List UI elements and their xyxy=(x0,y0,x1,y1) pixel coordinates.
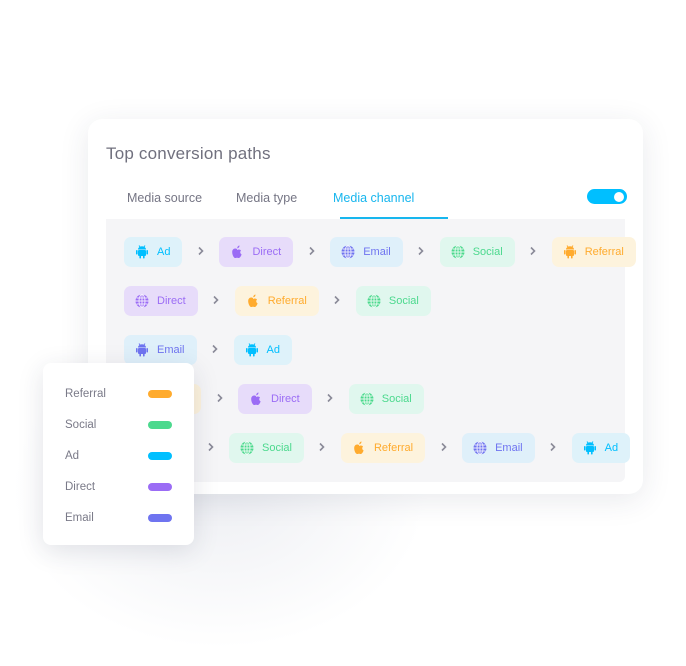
path-step-direct[interactable]: Direct xyxy=(238,384,312,414)
path-step-social[interactable]: Social xyxy=(229,433,304,463)
path-step-label: Social xyxy=(472,246,503,258)
path-step-social[interactable]: Social xyxy=(348,384,424,414)
path-step-referral[interactable]: Referral xyxy=(551,237,636,267)
apple-icon xyxy=(248,391,264,407)
legend-swatch xyxy=(148,514,172,522)
apple-icon xyxy=(351,440,367,456)
tab-bar: Media source Media type Media channel xyxy=(106,187,643,219)
path-step-social[interactable]: Social xyxy=(439,237,515,267)
conversion-path-row: Email Ad xyxy=(124,335,292,365)
path-step-label: Social xyxy=(381,393,412,405)
chevron-right-icon xyxy=(192,441,229,455)
chevron-right-icon xyxy=(319,294,356,308)
chevron-right-icon xyxy=(304,441,341,455)
conversion-path-row: Direct Referral Social xyxy=(124,286,431,316)
path-step-label: Ad xyxy=(266,344,280,356)
card-title: Top conversion paths xyxy=(106,144,271,163)
android-icon xyxy=(134,244,150,260)
android-icon xyxy=(244,342,260,358)
legend-swatch xyxy=(148,483,172,491)
legend-label: Direct xyxy=(65,481,96,493)
path-step-label: Ad xyxy=(157,246,171,258)
path-step-email[interactable]: Email xyxy=(330,237,403,267)
path-step-label: Direct xyxy=(157,295,186,307)
legend-label: Social xyxy=(65,419,97,431)
chevron-right-icon xyxy=(535,441,572,455)
legend-label: Ad xyxy=(65,450,80,462)
globe-icon xyxy=(472,440,488,456)
tab-media-source[interactable]: Media source xyxy=(127,191,202,205)
legend-item-email: Email xyxy=(65,510,172,526)
path-step-ad[interactable]: Ad xyxy=(233,335,292,365)
path-step-label: Social xyxy=(388,295,419,307)
globe-icon xyxy=(239,440,255,456)
legend-item-referral: Referral xyxy=(65,386,172,402)
path-step-label: Referral xyxy=(267,295,307,307)
tab-media-channel[interactable]: Media channel xyxy=(333,191,414,205)
path-step-label: Direct xyxy=(271,393,300,405)
path-step-label: Ad xyxy=(604,442,619,454)
android-icon xyxy=(562,244,578,260)
path-step-label: Referral xyxy=(584,246,624,258)
path-step-social[interactable]: Social xyxy=(355,286,431,316)
chevron-right-icon xyxy=(403,245,440,259)
channel-legend: Referral Social Ad Direct Email xyxy=(43,363,194,545)
apple-icon xyxy=(245,293,261,309)
tab-media-type[interactable]: Media type xyxy=(236,191,297,205)
legend-label: Referral xyxy=(65,388,106,400)
path-step-label: Email xyxy=(495,442,523,454)
path-step-label: Email xyxy=(363,246,391,258)
path-step-referral[interactable]: Referral xyxy=(234,286,319,316)
chevron-right-icon xyxy=(425,441,462,455)
path-step-email[interactable]: Email xyxy=(462,433,535,463)
toggle-knob xyxy=(614,191,624,202)
chevron-right-icon xyxy=(293,245,330,259)
legend-swatch xyxy=(148,421,172,429)
globe-icon xyxy=(134,293,150,309)
legend-swatch xyxy=(148,390,172,398)
view-toggle[interactable] xyxy=(587,189,627,204)
legend-item-ad: Ad xyxy=(65,448,172,464)
globe-icon xyxy=(366,293,382,309)
android-icon xyxy=(582,440,598,456)
chevron-right-icon xyxy=(312,392,349,406)
chevron-right-icon xyxy=(198,294,235,308)
path-step-ad[interactable]: Ad xyxy=(124,237,183,267)
globe-icon xyxy=(359,391,375,407)
path-step-ad[interactable]: Ad xyxy=(571,433,631,463)
path-step-direct[interactable]: Direct xyxy=(219,237,294,267)
android-icon xyxy=(134,342,150,358)
path-step-label: Email xyxy=(157,344,185,356)
path-step-label: Referral xyxy=(373,442,414,454)
path-step-label: Direct xyxy=(252,246,282,258)
conversion-path-row: Social Referral Email Ad xyxy=(124,433,631,463)
apple-icon xyxy=(229,244,245,260)
legend-item-social: Social xyxy=(65,417,172,433)
chevron-right-icon xyxy=(201,392,238,406)
legend-item-direct: Direct xyxy=(65,479,172,495)
chevron-right-icon xyxy=(515,245,552,259)
conversion-path-row: Ad Direct Email Social Referral xyxy=(124,237,636,267)
path-step-label: Social xyxy=(262,442,292,454)
globe-icon xyxy=(340,244,356,260)
path-step-email[interactable]: Email xyxy=(124,335,197,365)
chevron-right-icon xyxy=(197,343,234,357)
globe-icon xyxy=(450,244,466,260)
legend-swatch xyxy=(148,452,172,460)
path-step-referral[interactable]: Referral xyxy=(340,433,426,463)
path-step-direct[interactable]: Direct xyxy=(124,286,198,316)
legend-label: Email xyxy=(65,512,94,524)
chevron-right-icon xyxy=(182,245,219,259)
